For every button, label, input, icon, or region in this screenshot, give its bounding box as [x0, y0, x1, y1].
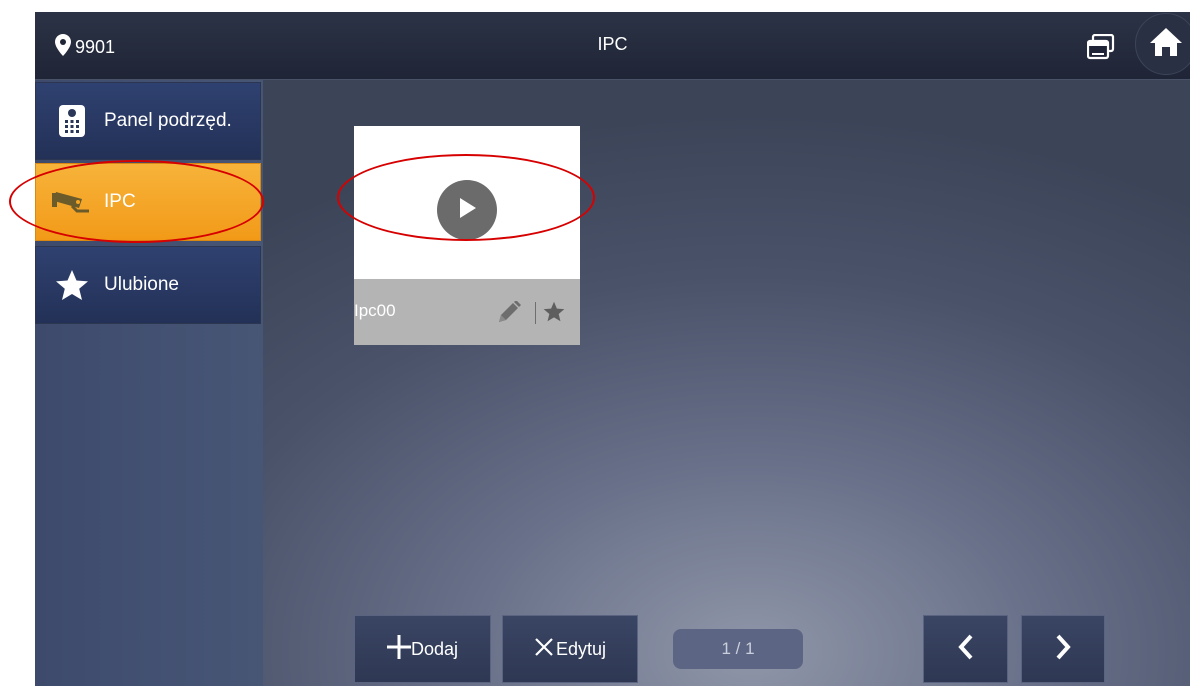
camera-icon	[52, 182, 92, 222]
add-button[interactable]: Dodaj	[354, 615, 491, 683]
top-bar: 9901 IPC	[35, 12, 1190, 80]
ipc-card[interactable]: Ipc00	[354, 126, 580, 345]
door-panel-icon	[52, 101, 92, 141]
sidebar-item-label: Ulubione	[104, 274, 179, 295]
home-button[interactable]	[1135, 13, 1190, 75]
sidebar-item-label: IPC	[104, 191, 136, 212]
sidebar-item-ipc[interactable]: IPC	[35, 163, 261, 241]
multi-window-icon[interactable]	[1086, 33, 1115, 60]
next-page-button[interactable]	[1021, 615, 1105, 683]
play-icon	[456, 196, 478, 225]
favorite-star-icon[interactable]	[543, 301, 565, 327]
plus-icon	[386, 634, 411, 664]
edit-button-label: Edytuj	[555, 638, 607, 659]
sidebar-item-panel-podrzed[interactable]: Panel podrzęd.	[35, 82, 261, 160]
divider	[535, 302, 536, 324]
chevron-right-icon	[1055, 634, 1071, 665]
pencil-icon[interactable]	[496, 300, 522, 330]
sidebar: Panel podrzęd. IPC Ulubione	[35, 80, 263, 686]
page-title: IPC	[597, 34, 628, 54]
play-button[interactable]	[437, 180, 497, 240]
close-icon	[534, 637, 554, 662]
star-icon	[52, 265, 92, 305]
add-button-label: Dodaj	[410, 638, 459, 659]
page-indicator: 1 / 1	[673, 629, 803, 669]
prev-page-button[interactable]	[923, 615, 1008, 683]
home-icon	[1149, 27, 1183, 62]
sidebar-item-ulubione[interactable]: Ulubione	[35, 246, 261, 324]
card-footer: Ipc00	[354, 279, 580, 345]
edit-button[interactable]: Edytuj	[502, 615, 638, 683]
sidebar-item-label: Panel podrzęd.	[104, 110, 232, 131]
ipc-screen: 9901 IPC Panel podrzęd. IPC Ulubione Ipc…	[35, 12, 1190, 686]
chevron-left-icon	[957, 634, 974, 665]
camera-name: Ipc00	[354, 301, 396, 320]
